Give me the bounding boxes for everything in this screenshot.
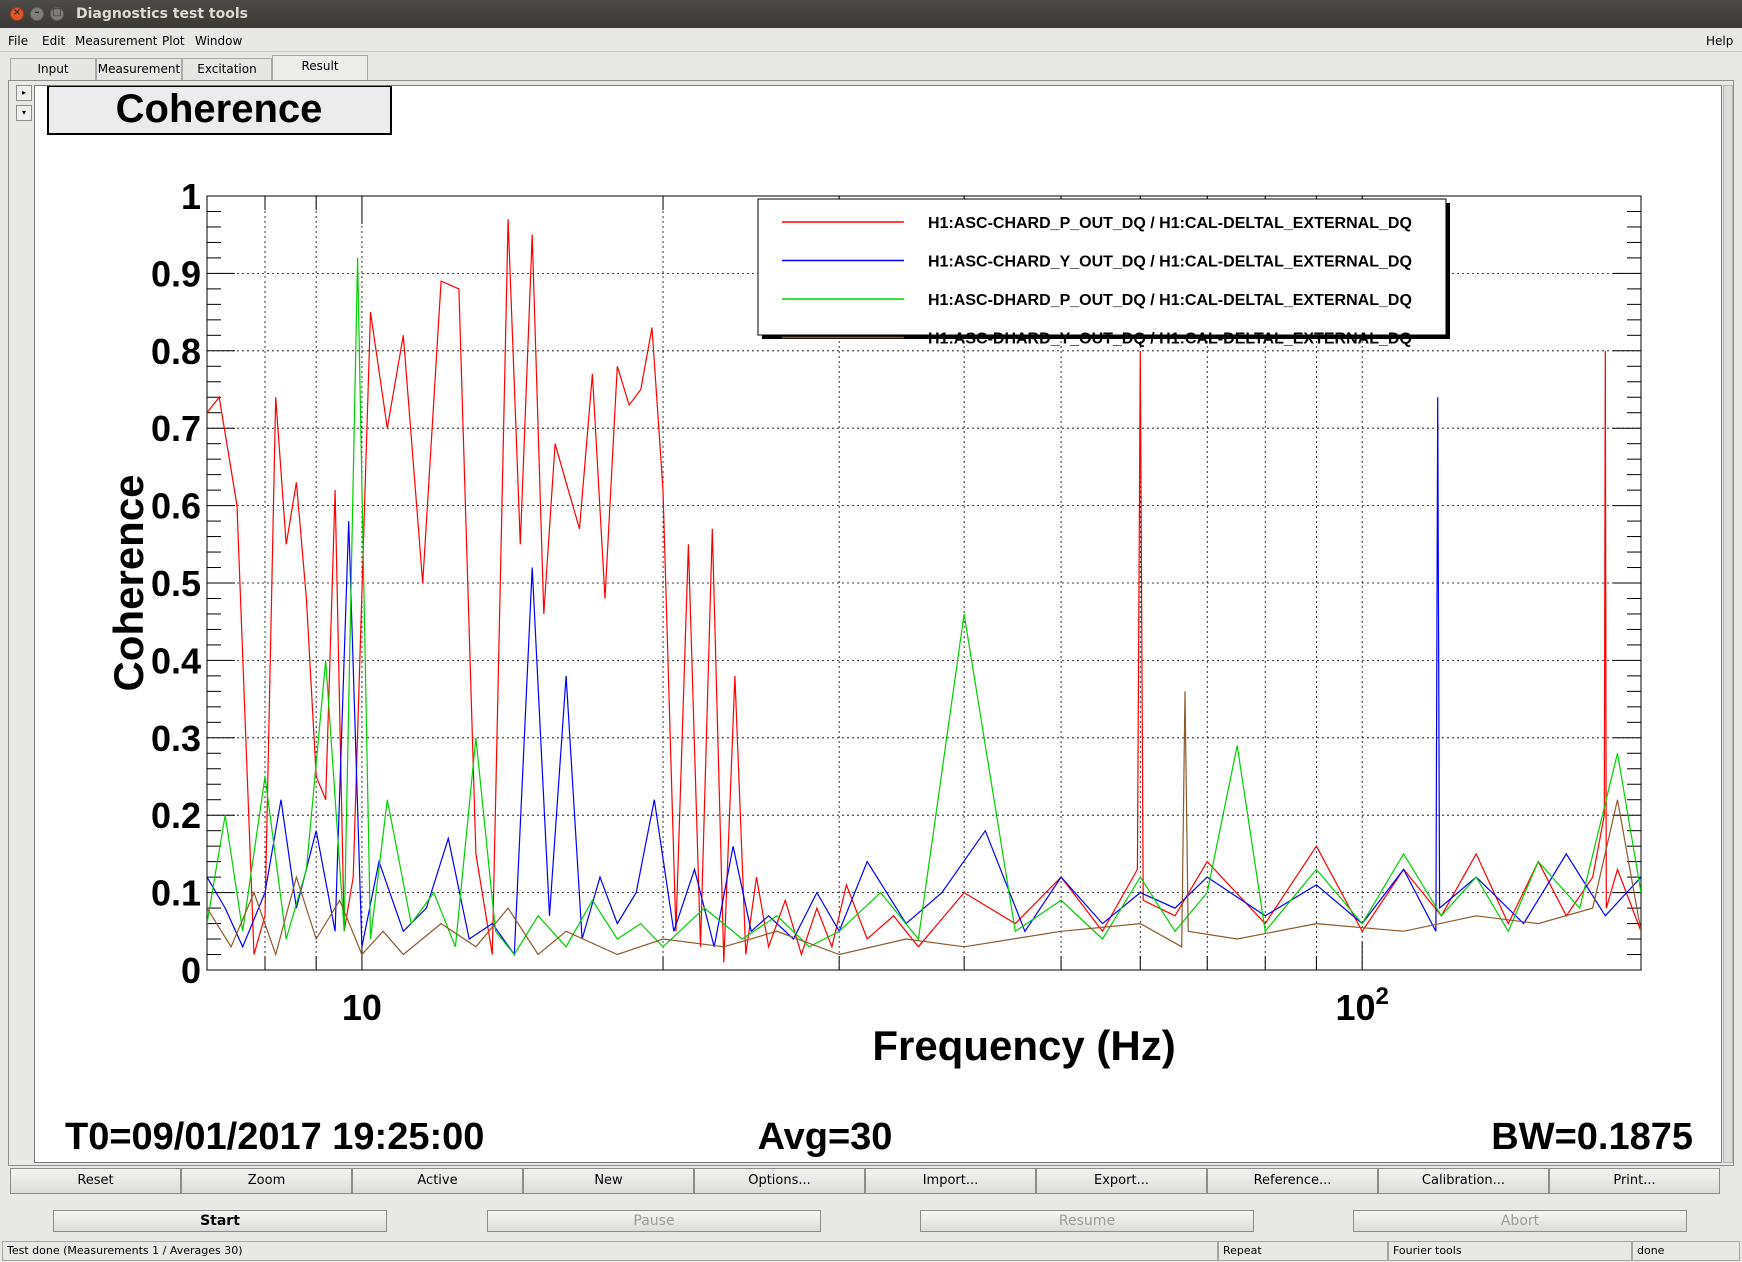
legend-label: H1:ASC-DHARD_Y_OUT_DQ / H1:CAL-DELTAL_EX… <box>928 331 1412 348</box>
menu-bar: File Edit Measurement Plot Window Help <box>0 30 1742 52</box>
y-tick-label: 0.1 <box>151 873 201 914</box>
resume-button[interactable]: Resume <box>920 1210 1254 1232</box>
info-avg: Avg=30 <box>758 1116 893 1158</box>
y-tick-label: 0.9 <box>151 253 201 294</box>
options-button[interactable]: Options... <box>694 1168 865 1194</box>
menu-help[interactable]: Help <box>1706 34 1733 48</box>
zoom-button[interactable]: Zoom <box>181 1168 352 1194</box>
menu-window[interactable]: Window <box>195 34 242 48</box>
x-tick-label: 102 <box>1335 983 1388 1028</box>
menu-plot[interactable]: Plot <box>162 34 185 48</box>
status-bar: Test done (Measurements 1 / Averages 30)… <box>0 1240 1742 1262</box>
window-title: Diagnostics test tools <box>76 6 248 22</box>
expand-down-icon[interactable]: ▾ <box>16 105 32 121</box>
y-axis-label: Coherence <box>105 474 152 691</box>
x-tick-base: 10 <box>1335 987 1375 1028</box>
control-row: Start Pause Resume Abort <box>0 1204 1742 1238</box>
new-button[interactable]: New <box>523 1168 694 1194</box>
y-tick-label: 0.4 <box>151 640 201 681</box>
menu-measurement[interactable]: Measurement <box>75 34 157 48</box>
tab-bar: Input Measurement Excitation Result <box>0 54 1742 80</box>
expand-right-icon[interactable]: ▸ <box>16 85 32 101</box>
y-tick-label: 0.7 <box>151 408 201 449</box>
coherence-plot: Coherence 0 0.1 0.2 0.3 0.4 0.5 0.6 0.7 0.8 0.9 1 10… <box>47 86 1693 1158</box>
info-bw: BW=0.1875 <box>1491 1116 1693 1158</box>
tab-input[interactable]: Input <box>10 58 96 80</box>
y-tick-label: 0.3 <box>151 718 201 759</box>
plot-button-row: Reset Zoom Active New Options... Import.… <box>10 1168 1722 1194</box>
import-button[interactable]: Import... <box>865 1168 1036 1194</box>
y-tick-label: 0.8 <box>151 331 201 372</box>
x-tick-base: 10 <box>342 987 382 1028</box>
tab-excitation[interactable]: Excitation <box>182 58 272 80</box>
y-tick-label: 0.6 <box>151 486 201 527</box>
maximize-icon[interactable]: □ <box>50 7 64 21</box>
y-tick-label: 1 <box>181 176 201 217</box>
y-tick-label: 0.5 <box>151 563 201 604</box>
export-button[interactable]: Export... <box>1036 1168 1207 1194</box>
menu-file[interactable]: File <box>8 34 28 48</box>
pause-button[interactable]: Pause <box>487 1210 821 1232</box>
print-button[interactable]: Print... <box>1549 1168 1720 1194</box>
y-tick-label: 0 <box>181 950 201 991</box>
tab-result[interactable]: Result <box>272 55 368 80</box>
status-state: done <box>1632 1241 1740 1261</box>
reset-button[interactable]: Reset <box>10 1168 181 1194</box>
legend-label: H1:ASC-DHARD_P_OUT_DQ / H1:CAL-DELTAL_EX… <box>928 292 1412 309</box>
legend-label: H1:ASC-CHARD_Y_OUT_DQ / H1:CAL-DELTAL_EX… <box>928 254 1412 271</box>
window-titlebar: × – □ Diagnostics test tools <box>0 0 1742 28</box>
x-axis-label: Frequency (Hz) <box>872 1022 1175 1069</box>
start-button[interactable]: Start <box>53 1210 387 1232</box>
active-button[interactable]: Active <box>352 1168 523 1194</box>
y-tick-label: 0.2 <box>151 795 201 836</box>
status-repeat: Repeat <box>1218 1241 1388 1261</box>
plot-title: Coherence <box>116 87 323 131</box>
legend-label: H1:ASC-CHARD_P_OUT_DQ / H1:CAL-DELTAL_EX… <box>928 215 1412 232</box>
plot-canvas[interactable]: Coherence 0 0.1 0.2 0.3 0.4 0.5 0.6 0.7 0.8 0.9 1 10… <box>34 85 1722 1163</box>
tab-measurement[interactable]: Measurement <box>96 58 182 80</box>
vertical-scrollbar[interactable] <box>1723 85 1733 1163</box>
info-t0: T0=09/01/2017 19:25:00 <box>65 1116 484 1158</box>
calibration-button[interactable]: Calibration... <box>1378 1168 1549 1194</box>
minimize-icon[interactable]: – <box>30 7 44 21</box>
abort-button[interactable]: Abort <box>1353 1210 1687 1232</box>
status-message: Test done (Measurements 1 / Averages 30) <box>2 1241 1218 1261</box>
close-icon[interactable]: × <box>10 7 24 21</box>
x-tick-exponent: 2 <box>1376 983 1389 1010</box>
menu-edit[interactable]: Edit <box>42 34 65 48</box>
status-fourier: Fourier tools <box>1388 1241 1632 1261</box>
reference-button[interactable]: Reference... <box>1207 1168 1378 1194</box>
x-tick-label: 10 <box>342 987 382 1028</box>
